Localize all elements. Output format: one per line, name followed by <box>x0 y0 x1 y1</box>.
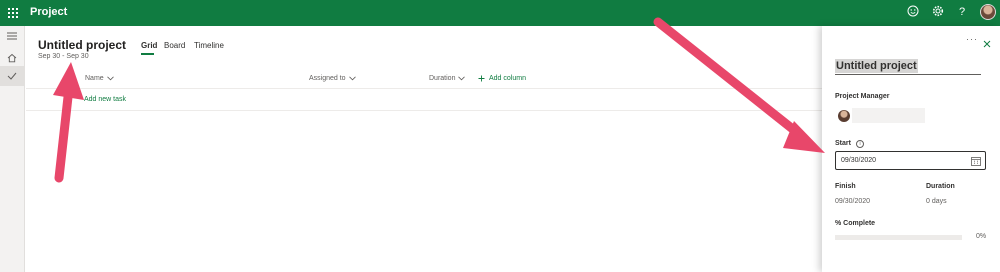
waffle-icon[interactable] <box>8 8 18 18</box>
left-rail <box>0 26 25 272</box>
percent-complete-label: % Complete <box>835 220 876 227</box>
active-tab-indicator <box>141 53 154 55</box>
finish-date-value[interactable]: 09/30/2020 <box>835 198 870 205</box>
percent-complete-bar[interactable] <box>835 235 962 240</box>
column-header-label: Assigned to <box>309 75 346 82</box>
tab-board[interactable]: Board <box>164 41 185 50</box>
settings-gear-icon[interactable] <box>931 5 945 19</box>
add-new-task-button[interactable]: Add new task <box>84 96 126 103</box>
start-date-value: 09/30/2020 <box>841 157 877 164</box>
hamburger-icon[interactable] <box>0 26 24 46</box>
project-name-value: Untitled project <box>835 59 918 73</box>
manager-avatar <box>838 110 850 122</box>
annotation-arrowhead-right <box>783 121 825 153</box>
app-name[interactable]: Project <box>30 6 67 18</box>
top-app-bar: Project ? <box>0 0 1000 26</box>
calendar-icon[interactable] <box>971 156 981 166</box>
tab-timeline[interactable]: Timeline <box>194 41 224 50</box>
project-title[interactable]: Untitled project <box>38 38 126 52</box>
annotation-arrow-right <box>653 17 809 143</box>
task-details-panel: ··· Untitled project Project Manager Sta… <box>822 26 1000 272</box>
grid-divider <box>26 110 822 111</box>
info-icon[interactable]: i <box>856 140 864 148</box>
project-name-field[interactable]: Untitled project <box>835 56 981 75</box>
column-header-name[interactable]: Name <box>85 75 114 82</box>
start-date-input[interactable]: 09/30/2020 <box>835 151 986 170</box>
close-icon[interactable] <box>983 35 991 53</box>
project-dates: Sep 30 - Sep 30 <box>38 53 89 60</box>
feedback-smiley-icon[interactable] <box>906 5 920 19</box>
finish-label: Finish <box>835 183 856 190</box>
duration-value[interactable]: 0 days <box>926 198 947 205</box>
duration-label: Duration <box>926 183 955 190</box>
more-options-icon[interactable]: ··· <box>966 34 978 44</box>
grid-divider <box>26 88 822 89</box>
chevron-down-icon <box>348 76 356 81</box>
start-label: Start <box>835 140 851 147</box>
column-header-label: Name <box>85 75 104 82</box>
home-icon[interactable] <box>0 48 24 68</box>
project-manager-field[interactable] <box>852 108 925 123</box>
annotation-arrowhead-left <box>53 62 84 100</box>
add-column-button[interactable]: Add column <box>478 75 526 82</box>
chevron-down-icon <box>458 76 466 81</box>
help-icon[interactable]: ? <box>955 5 969 19</box>
percent-complete-value: 0% <box>976 233 987 240</box>
chevron-down-icon <box>106 76 114 81</box>
annotation-arrow-left <box>54 83 74 183</box>
project-manager-label: Project Manager <box>835 93 890 100</box>
column-header-assigned-to[interactable]: Assigned to <box>309 75 356 82</box>
checkmark-icon[interactable] <box>0 66 24 86</box>
column-header-duration[interactable]: Duration <box>429 75 466 82</box>
plus-icon <box>478 75 485 82</box>
user-avatar[interactable] <box>980 4 996 20</box>
tab-grid[interactable]: Grid <box>141 41 157 50</box>
add-column-label: Add column <box>489 75 526 82</box>
column-header-label: Duration <box>429 75 456 82</box>
